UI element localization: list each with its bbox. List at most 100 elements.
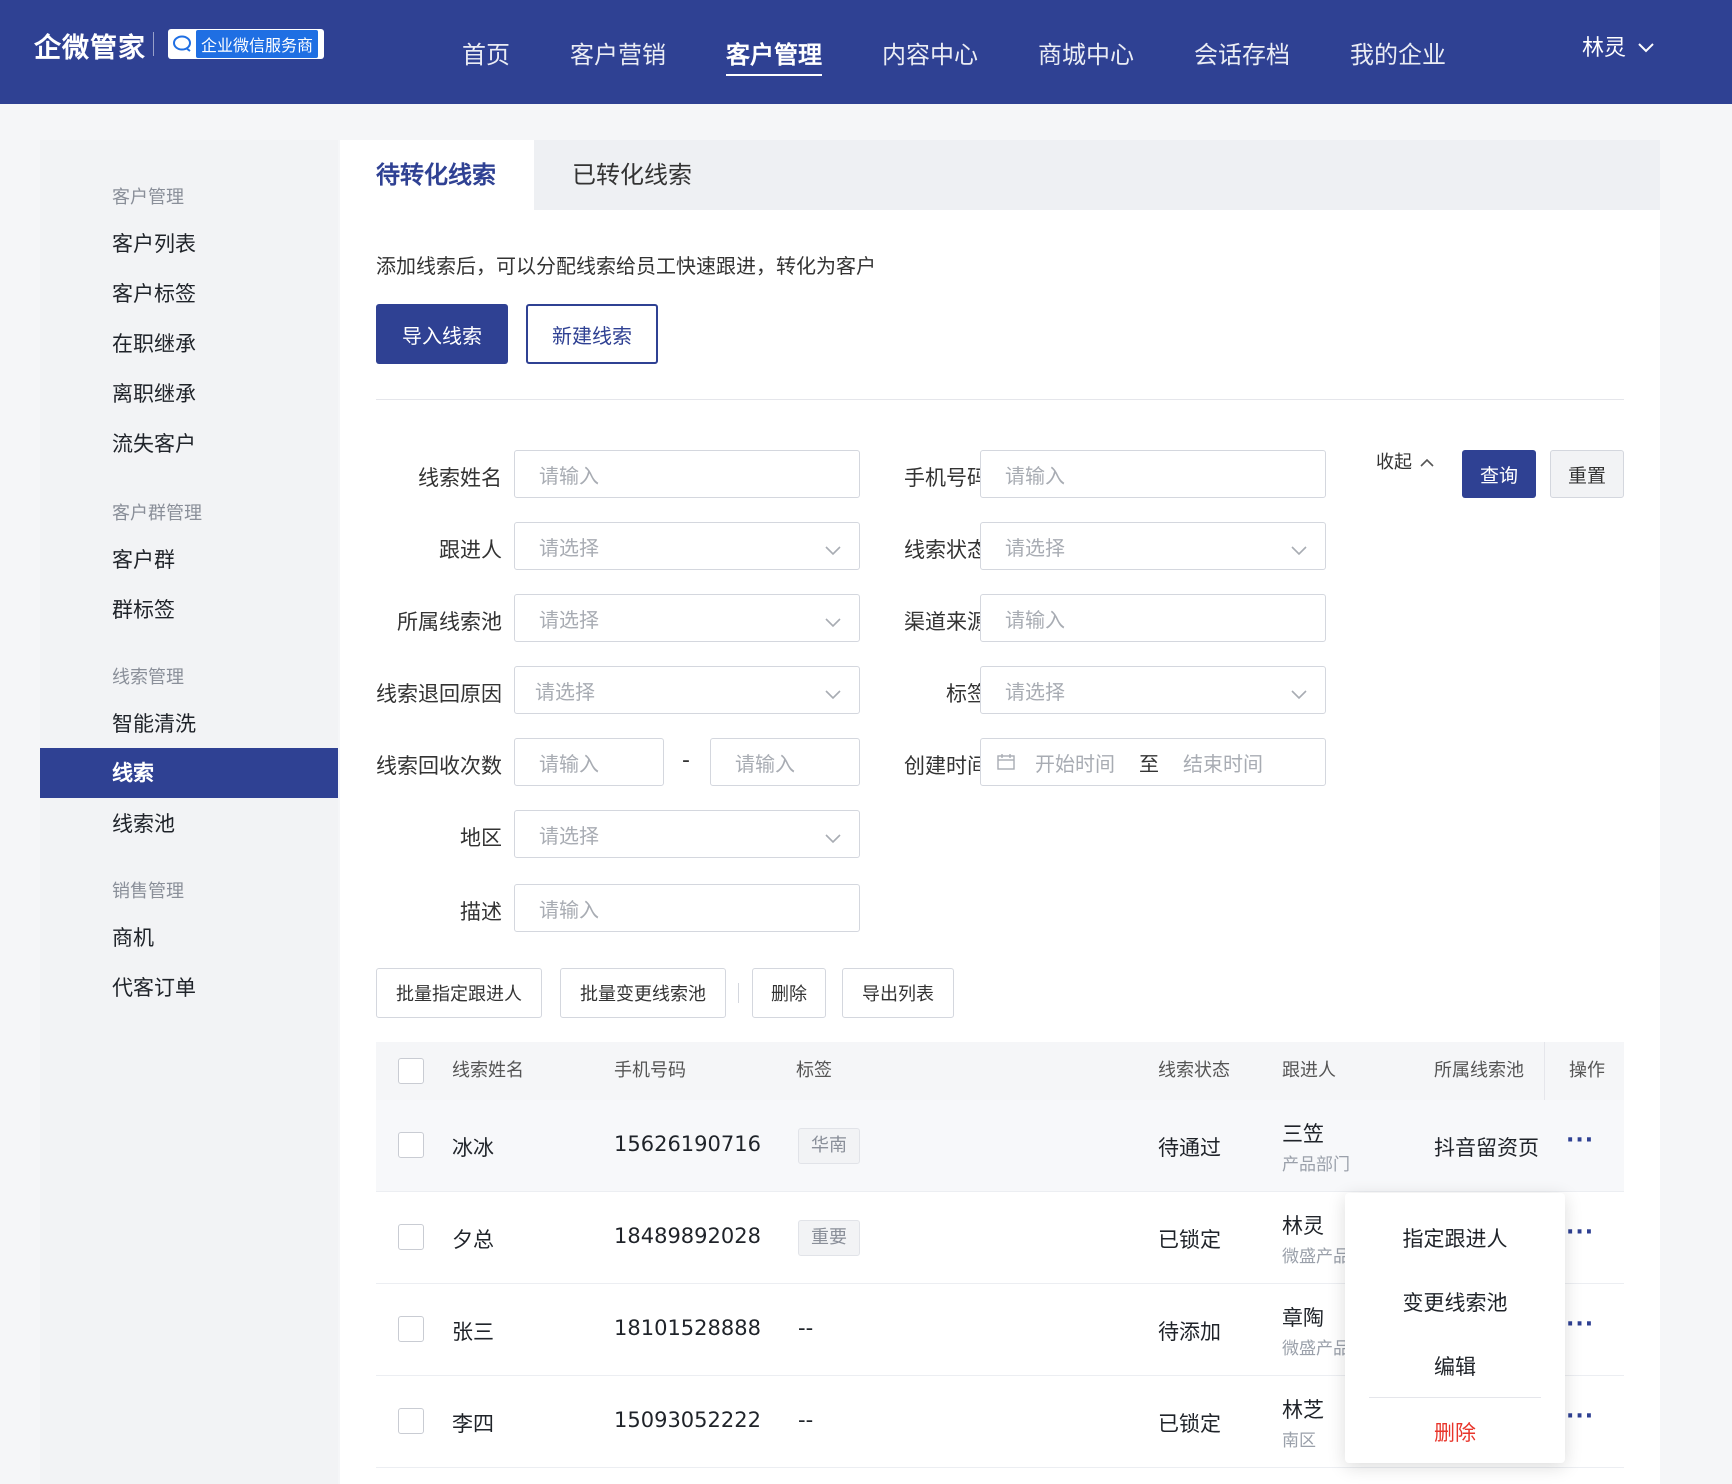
row-checkbox[interactable]: [398, 1132, 424, 1158]
app-logo[interactable]: 企微管家: [34, 26, 146, 65]
lead-name: 冰冰: [452, 1136, 494, 1160]
row-checkbox[interactable]: [398, 1224, 424, 1250]
sidebar-item-opportunities[interactable]: 商机: [40, 913, 338, 963]
more-icon[interactable]: ···: [1566, 1404, 1594, 1429]
nav-customer-marketing[interactable]: 客户营销: [540, 0, 696, 104]
lead-phone: 15626190716: [614, 1132, 761, 1156]
status-select[interactable]: 请选择: [980, 522, 1326, 570]
sidebar-item-leads[interactable]: 线索: [40, 748, 338, 798]
column-tag: 标签: [796, 1060, 832, 1081]
reset-button[interactable]: 重置: [1550, 450, 1624, 498]
table-row[interactable]: 冰冰 15626190716 华南 待通过 三笠 产品部门 抖音留资页 ···: [376, 1100, 1624, 1192]
nav-my-enterprise[interactable]: 我的企业: [1320, 0, 1476, 104]
placeholder: 请输入: [539, 463, 599, 488]
new-lead-button[interactable]: 新建线索: [526, 304, 658, 364]
nav-chat-archive[interactable]: 会话存档: [1164, 0, 1320, 104]
region-select[interactable]: 请选择: [514, 810, 860, 858]
lead-name: 李四: [452, 1412, 494, 1436]
menu-assign-follower[interactable]: 指定跟进人: [1345, 1223, 1565, 1253]
user-menu[interactable]: 林灵: [1582, 30, 1654, 62]
table-header: 线索姓名 手机号码 标签 线索状态 跟进人 所属线索池 操作: [376, 1042, 1624, 1100]
placeholder: 请输入: [1005, 463, 1065, 488]
sidebar-item-proxy-orders[interactable]: 代客订单: [40, 963, 338, 1013]
sidebar-item-customer-tags[interactable]: 客户标签: [40, 269, 338, 319]
recycle-min-input[interactable]: 请输入: [514, 738, 664, 786]
more-icon[interactable]: ···: [1566, 1312, 1594, 1337]
export-list-button[interactable]: 导出列表: [842, 968, 954, 1018]
filter-label-pool: 所属线索池: [397, 610, 502, 634]
lead-follower: 章陶: [1282, 1306, 1324, 1330]
sidebar-item-lead-pool[interactable]: 线索池: [40, 799, 338, 849]
user-name: 林灵: [1581, 36, 1626, 61]
placeholder: 请选择: [539, 823, 599, 848]
column-pool: 所属线索池: [1434, 1060, 1524, 1081]
placeholder: 请输入: [539, 897, 599, 922]
lead-follower: 林灵: [1282, 1214, 1324, 1238]
lead-phone: 18101528888: [614, 1316, 761, 1340]
row-checkbox[interactable]: [398, 1408, 424, 1434]
sidebar-item-on-job-transfer[interactable]: 在职继承: [40, 319, 338, 369]
lead-phone: 15093052222: [614, 1408, 761, 1432]
follower-department: 产品部门: [1282, 1155, 1350, 1175]
select-all-checkbox[interactable]: [398, 1058, 424, 1084]
menu-change-pool[interactable]: 变更线索池: [1345, 1287, 1565, 1317]
lead-name: 张三: [452, 1320, 494, 1344]
sidebar-item-group-tags[interactable]: 群标签: [40, 585, 338, 635]
menu-edit[interactable]: 编辑: [1345, 1351, 1565, 1381]
row-checkbox[interactable]: [398, 1316, 424, 1342]
filter-label-recycle-count: 线索回收次数: [376, 754, 502, 778]
collapse-label: 收起: [1376, 452, 1412, 473]
section-divider: [376, 399, 1624, 400]
menu-divider: [1369, 1397, 1541, 1398]
row-action-menu: 指定跟进人 变更线索池 编辑 删除: [1345, 1193, 1565, 1463]
nav-home[interactable]: 首页: [432, 0, 540, 104]
lead-tag: 重要: [798, 1220, 860, 1256]
more-icon[interactable]: ···: [1566, 1128, 1594, 1153]
tab-converted-leads[interactable]: 已转化线索: [572, 140, 692, 210]
partner-badge-text: 企业微信服务商: [196, 30, 319, 58]
lead-status: 已锁定: [1158, 1412, 1221, 1436]
column-name: 线索姓名: [452, 1060, 524, 1081]
tag-select[interactable]: 请选择: [980, 666, 1326, 714]
filter-label-region: 地区: [460, 826, 502, 850]
sidebar-item-customer-groups[interactable]: 客户群: [40, 535, 338, 585]
follower-department: 微盛产品: [1282, 1247, 1350, 1267]
filter-label-return-reason: 线索退回原因: [376, 682, 502, 706]
collapse-toggle[interactable]: 收起: [1376, 448, 1434, 474]
nav-mall-center[interactable]: 商城中心: [1008, 0, 1164, 104]
placeholder: 请选择: [1005, 679, 1065, 704]
delete-button[interactable]: 删除: [752, 968, 826, 1018]
placeholder: 请输入: [539, 751, 599, 776]
sidebar-group-sales: 销售管理: [112, 881, 184, 902]
chevron-down-icon: [1638, 34, 1654, 59]
chevron-down-icon: [1291, 537, 1307, 561]
partner-badge: 企业微信服务商: [168, 29, 325, 59]
tab-pending-leads[interactable]: 待转化线索: [340, 140, 534, 210]
placeholder: 请选择: [539, 607, 599, 632]
batch-assign-follower-button[interactable]: 批量指定跟进人: [376, 968, 542, 1018]
filter-label-created: 创建时间: [904, 754, 988, 778]
placeholder: 请选择: [539, 535, 599, 560]
import-leads-button[interactable]: 导入线索: [376, 304, 508, 364]
top-nav-bar: 企微管家 企业微信服务商 首页 客户营销 客户管理 内容中心 商城中心 会话存档…: [0, 0, 1732, 104]
lead-follower: 三笠: [1282, 1122, 1324, 1146]
lead-status: 已锁定: [1158, 1228, 1221, 1252]
sidebar-item-lost-customers[interactable]: 流失客户: [40, 419, 338, 469]
start-date-placeholder: 开始时间: [1035, 751, 1115, 776]
date-range-picker[interactable]: 开始时间 至 结束时间: [980, 738, 1326, 786]
nav-content-center[interactable]: 内容中心: [852, 0, 1008, 104]
batch-change-pool-button[interactable]: 批量变更线索池: [560, 968, 726, 1018]
sidebar-item-smart-cleaning[interactable]: 智能清洗: [40, 699, 338, 749]
phone-input[interactable]: 请输入: [980, 450, 1326, 498]
description-input[interactable]: 请输入: [514, 884, 860, 932]
follower-department: 南区: [1282, 1431, 1316, 1451]
sidebar-item-customer-list[interactable]: 客户列表: [40, 219, 338, 269]
query-button[interactable]: 查询: [1462, 450, 1536, 498]
channel-input[interactable]: 请输入: [980, 594, 1326, 642]
end-date-placeholder: 结束时间: [1183, 751, 1263, 776]
sidebar-item-resigned-transfer[interactable]: 离职继承: [40, 369, 338, 419]
filter-label-tag: 标签: [946, 682, 988, 706]
more-icon[interactable]: ···: [1566, 1220, 1594, 1245]
nav-customer-management[interactable]: 客户管理: [696, 0, 852, 104]
menu-delete[interactable]: 删除: [1345, 1417, 1565, 1447]
